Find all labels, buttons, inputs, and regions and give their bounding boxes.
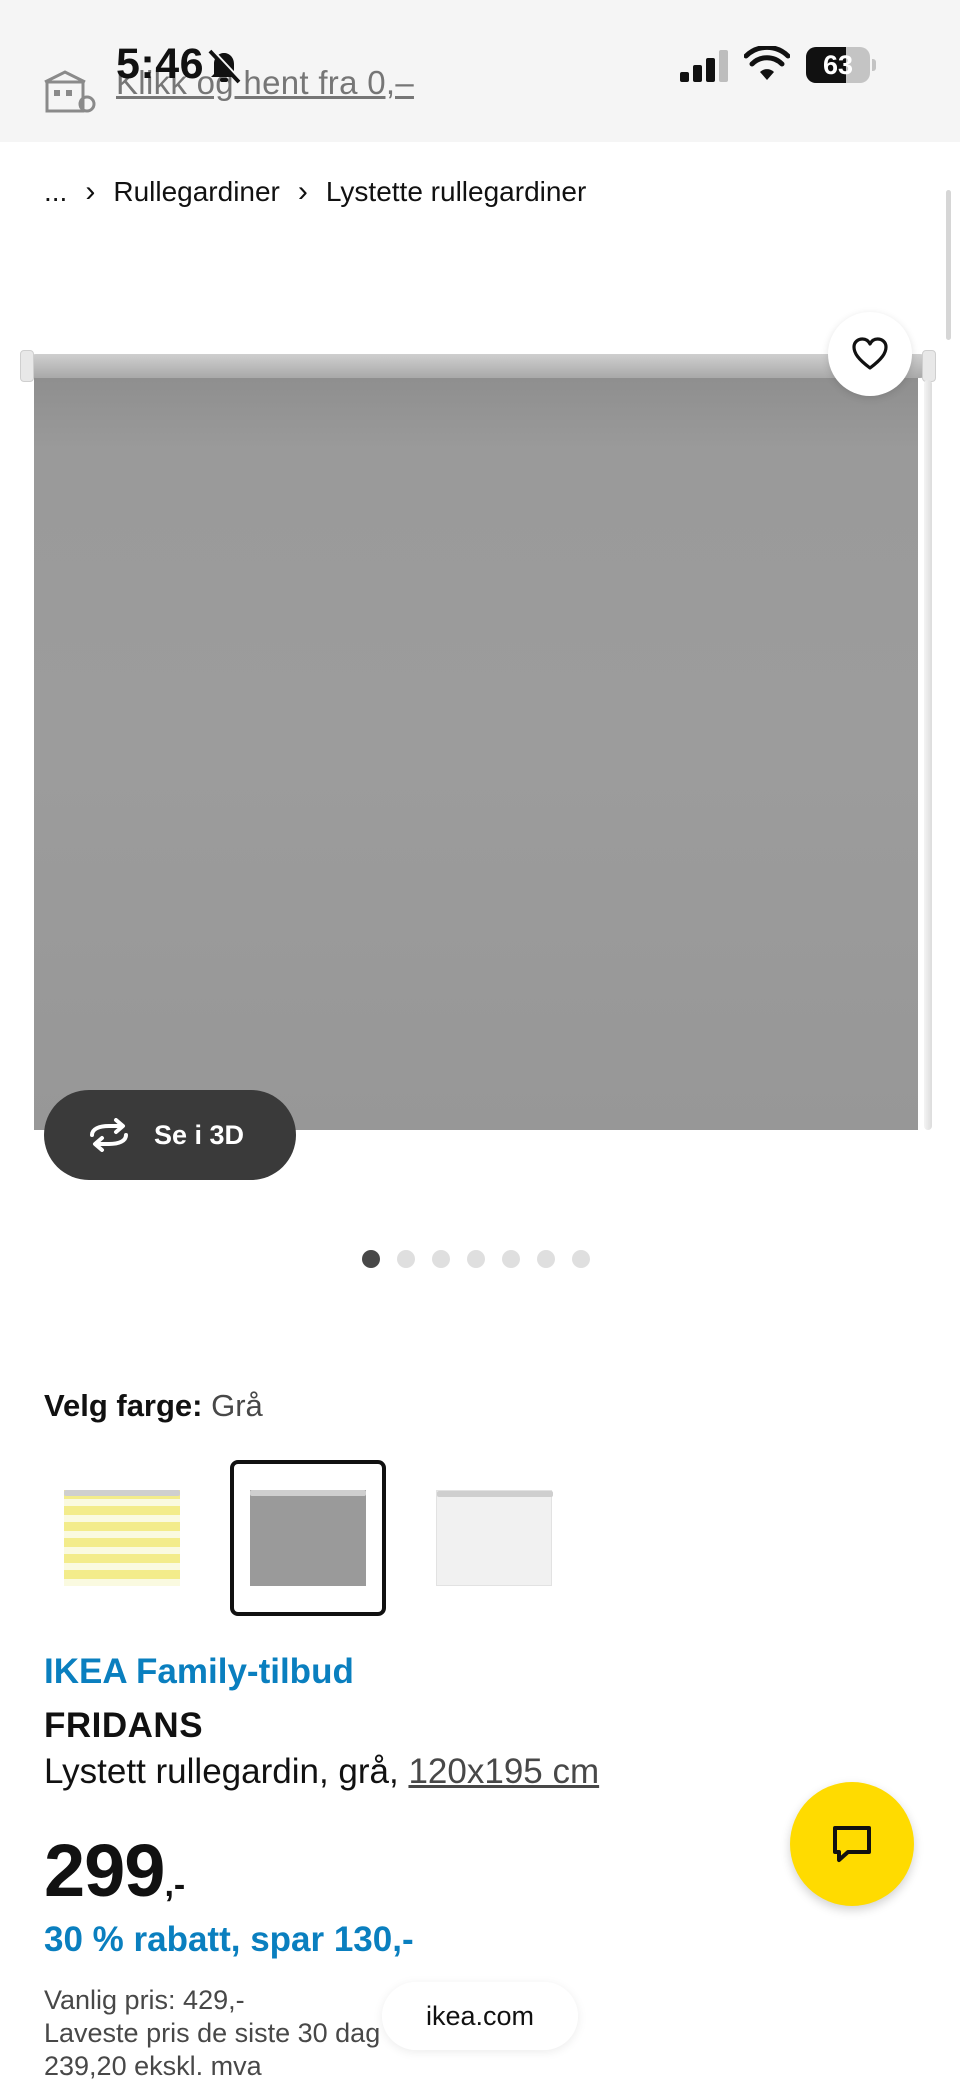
carousel-dot[interactable] <box>502 1250 520 1268</box>
chat-button[interactable] <box>790 1782 914 1906</box>
swatch-grey[interactable] <box>230 1460 386 1616</box>
selected-color-value: Grå <box>211 1388 263 1423</box>
family-offer-label: IKEA Family-tilbud <box>44 1652 354 1691</box>
color-swatches <box>44 1460 602 1616</box>
cellular-signal-icon <box>680 50 728 82</box>
status-time: 5:46 <box>116 40 205 88</box>
swatch-white[interactable] <box>416 1460 572 1616</box>
swatch-image-white <box>436 1490 553 1586</box>
chevron-right-icon: › <box>297 175 308 208</box>
chevron-right-icon: › <box>85 175 96 208</box>
wifi-icon <box>744 46 790 80</box>
discount-text: 30 % rabatt, spar 130,- <box>44 1920 414 1959</box>
swatch-image-grey <box>250 1490 366 1586</box>
carousel-dots <box>362 1250 607 1270</box>
regular-price: Vanlig pris: 429,- <box>44 1985 245 2015</box>
rotate-3d-icon <box>90 1118 128 1152</box>
lowest-price-line: Laveste pris de siste 30 dag <box>44 2018 381 2048</box>
carousel-dot[interactable] <box>572 1250 590 1268</box>
price-suffix: ,- <box>164 1866 186 1904</box>
view-in-3d-button[interactable]: Se i 3D <box>44 1090 296 1180</box>
blind-cord <box>924 380 932 1130</box>
battery-indicator: 63 <box>806 47 876 83</box>
blind-rail <box>28 354 928 378</box>
product-size-link[interactable]: 120x195 cm <box>408 1752 599 1791</box>
breadcrumb-item-blackout-blinds[interactable]: Lystette rullegardiner <box>326 176 586 208</box>
page-scrollbar[interactable] <box>946 190 951 340</box>
swatch-yellow[interactable] <box>44 1460 200 1616</box>
view-in-3d-label: Se i 3D <box>154 1119 245 1150</box>
carousel-dot[interactable] <box>397 1250 415 1268</box>
breadcrumb: ... › Rullegardiner › Lystette rullegard… <box>44 172 586 212</box>
top-bar: Klikk og hent fra 0,– 5:46 63 <box>0 0 960 142</box>
chat-bubble-icon <box>833 1826 871 1862</box>
browser-url-pill[interactable]: ikea.com <box>382 1982 578 2050</box>
price-excl-vat: 239,20 ekskl. mva <box>44 2051 262 2081</box>
browser-url: ikea.com <box>425 2000 535 2031</box>
favorite-button[interactable] <box>828 312 912 396</box>
heart-icon <box>852 337 888 370</box>
product-description-text: Lystett rullegardin, grå, <box>44 1752 399 1791</box>
breadcrumb-ellipsis[interactable]: ... <box>44 176 67 208</box>
color-selector-label: Velg farge: Grå <box>44 1388 263 1424</box>
color-label-prefix: Velg farge: <box>44 1388 203 1423</box>
store-icon <box>44 70 96 113</box>
product-name: FRIDANS <box>44 1706 204 1745</box>
carousel-dot[interactable] <box>362 1250 380 1268</box>
product-description: Lystett rullegardin, grå, 120x195 cm <box>44 1752 599 1792</box>
battery-percent: 63 <box>822 50 854 80</box>
carousel-dot[interactable] <box>537 1250 555 1268</box>
swatch-image-yellow <box>64 1490 180 1586</box>
carousel-dot[interactable] <box>432 1250 450 1268</box>
price-main: 299 <box>44 1829 165 1912</box>
blind-fabric <box>34 374 918 1130</box>
bell-off-icon <box>208 48 242 84</box>
product-price: 299,- <box>44 1828 185 1913</box>
product-image[interactable] <box>20 340 940 1140</box>
breadcrumb-item-roller-blinds[interactable]: Rullegardiner <box>113 176 280 208</box>
carousel-dot[interactable] <box>467 1250 485 1268</box>
price-details: Vanlig pris: 429,- Laveste pris de siste… <box>44 1984 380 2081</box>
